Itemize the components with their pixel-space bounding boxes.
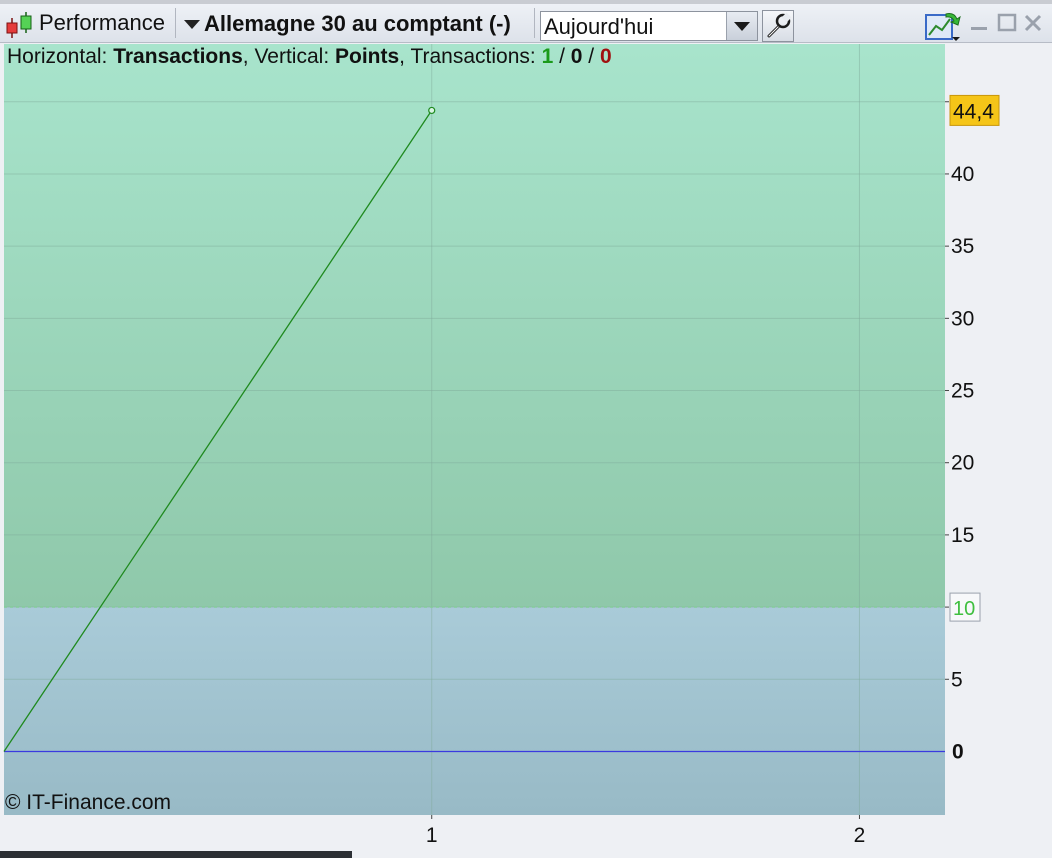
chart-trend-icon[interactable] (924, 10, 962, 42)
x-tick-label: 2 (854, 824, 866, 847)
toolbar-separator (175, 8, 176, 38)
transactions-prefix: , Transactions: (399, 45, 542, 68)
chart-info-line: Horizontal: Transactions, Vertical: Poin… (7, 45, 612, 69)
base-zone (4, 607, 945, 815)
period-dropdown-button[interactable] (726, 12, 757, 40)
chevron-down-icon (734, 22, 750, 31)
toolbar: Performance Allemagne 30 au comptant (-)… (0, 4, 1052, 43)
y-tick-label: 20 (951, 452, 974, 475)
bottom-bar (0, 851, 352, 858)
period-select[interactable]: Aujourd'hui (540, 11, 758, 41)
x-tick-label: 1 (426, 824, 438, 847)
horizontal-value: Transactions (113, 45, 243, 68)
performance-window: Performance Allemagne 30 au comptant (-)… (0, 0, 1052, 858)
instrument-name[interactable]: Allemagne 30 au comptant (-) (204, 11, 511, 37)
y-tick-label: 30 (951, 307, 974, 330)
x-axis: 12 (426, 815, 865, 847)
vertical-value: Points (334, 45, 400, 68)
threshold-badge: 10 (949, 592, 981, 622)
dropdown-arrow-icon[interactable] (184, 19, 200, 29)
winning-count: 1 (541, 45, 554, 68)
y-tick-label: 5 (951, 668, 963, 691)
y-tick-label: 15 (951, 524, 974, 547)
series-end-point[interactable] (428, 106, 436, 115)
horizontal-prefix: Horizontal: (7, 45, 114, 68)
close-icon[interactable] (1022, 12, 1044, 34)
minimize-icon[interactable] (968, 12, 990, 34)
vertical-prefix: , Vertical: (242, 45, 335, 68)
threshold-text: 10 (953, 598, 975, 620)
instrument-selector[interactable]: Allemagne 30 au comptant (-) (180, 10, 511, 38)
count-separator: / (582, 45, 600, 68)
losing-count: 0 (599, 45, 612, 68)
last-value-text: 44,4 (953, 100, 994, 123)
count-separator: / (553, 45, 571, 68)
neutral-count: 0 (570, 45, 583, 68)
performance-chart: 5152025303540 12 44,4 10 0 (3, 44, 1000, 847)
y-tick-label: 40 (951, 163, 974, 186)
copyright-label: © IT-Finance.com (5, 791, 172, 814)
wrench-icon (767, 12, 792, 38)
last-value-badge: 44,4 (949, 94, 1000, 126)
y-tick-label: 25 (951, 380, 974, 403)
maximize-icon[interactable] (996, 12, 1018, 34)
y-zero-label: 0 (952, 740, 964, 763)
panel-title[interactable]: Performance (39, 10, 165, 36)
toolbar-separator (534, 8, 535, 38)
settings-button[interactable] (762, 10, 794, 42)
y-tick-label: 35 (951, 235, 974, 258)
candlestick-icon[interactable] (4, 11, 34, 39)
period-value[interactable]: Aujourd'hui (544, 14, 653, 40)
positive-zone (4, 44, 945, 608)
